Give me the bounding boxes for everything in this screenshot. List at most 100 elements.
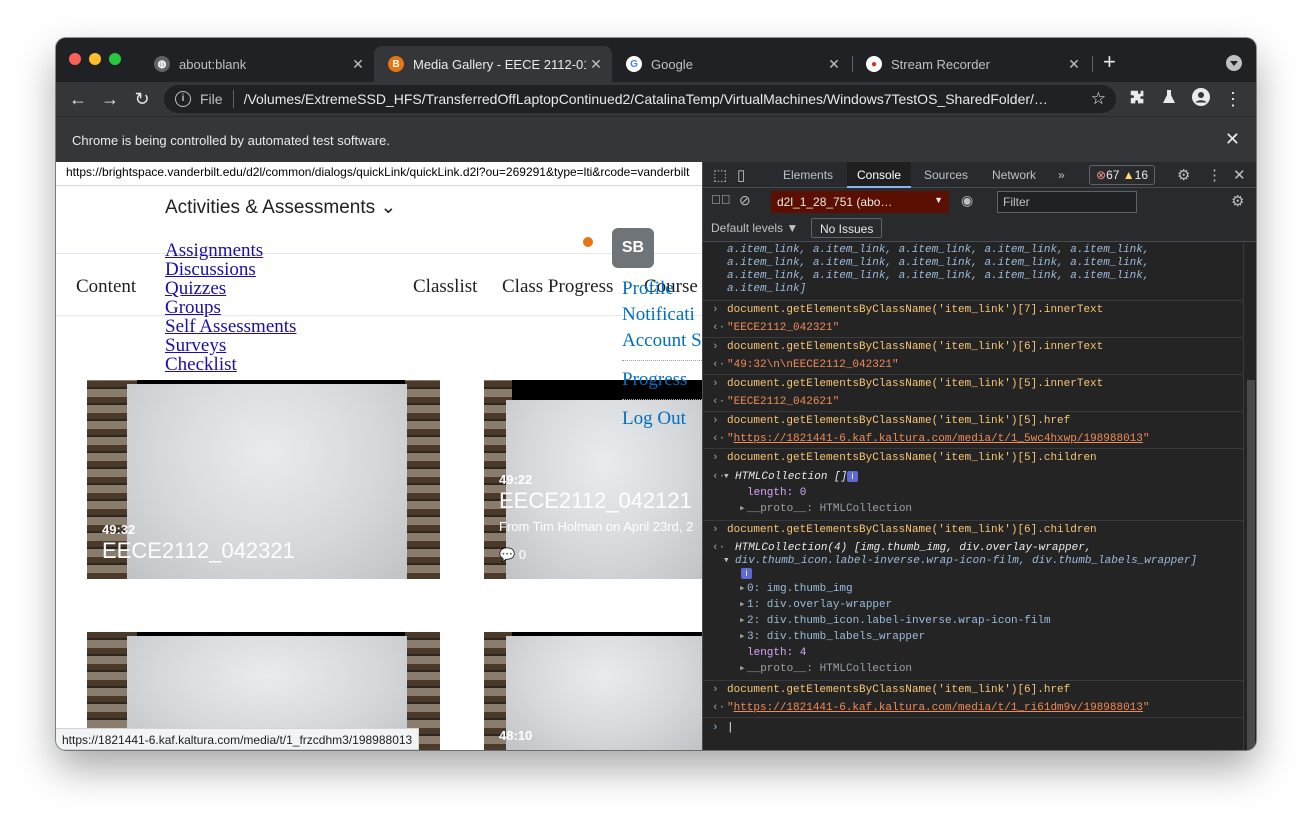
sidebar-toggle-icon[interactable]: ▸⃞ [711, 192, 731, 207]
console-url-link[interactable]: https://1821441-6.kaf.kaltura.com/media/… [734, 433, 1143, 445]
console-settings-gear-icon[interactable]: ⚙ [1231, 192, 1244, 210]
close-icon[interactable]: ✕ [1233, 166, 1246, 184]
console-prompt[interactable]: › | [703, 717, 1243, 739]
menu-self-assessments[interactable]: Self Assessments [165, 317, 296, 336]
console-text: HTMLCollection [] [735, 471, 848, 483]
address-bar[interactable]: i File /Volumes/ExtremeSSD_HFS/Transferr… [164, 85, 1116, 113]
output-chevron-icon: ‹· [712, 542, 726, 554]
console-input-line: › document.getElementsByClassName('item_l… [703, 300, 1243, 318]
console-output: a.item_link, a.item_link, a.item_link, a… [703, 242, 1243, 750]
menu-groups[interactable]: Groups [165, 298, 296, 317]
error-warning-counter[interactable]: ⊗67 ▲16 [1089, 165, 1156, 185]
expand-triangle-icon[interactable]: ▸ [739, 583, 746, 596]
reload-icon[interactable]: ↻ [131, 88, 153, 110]
tab-console[interactable]: Console [847, 162, 912, 188]
menu-account-settings[interactable]: Account S [622, 330, 702, 352]
forward-icon[interactable]: → [99, 88, 121, 110]
gear-icon[interactable]: ⚙ [1177, 166, 1190, 184]
console-text: __proto__: HTMLCollection [747, 503, 913, 515]
live-expression-eye-icon[interactable]: ◉ [961, 192, 973, 209]
menu-discussions[interactable]: Discussions [165, 260, 296, 279]
input-chevron-icon: › [712, 415, 719, 427]
console-text: 2: div.thumb_icon.label-inverse.wrap-ico… [747, 615, 1051, 627]
warning-icon: ▲ [1122, 168, 1135, 182]
output-chevron-icon: ‹· [712, 322, 726, 334]
tab-search-icon[interactable] [1226, 55, 1242, 71]
menu-assignments[interactable]: Assignments [165, 241, 296, 260]
nav-class-progress[interactable]: Class Progress [502, 276, 613, 298]
expand-triangle-icon[interactable]: ▾ [723, 555, 730, 568]
log-levels-dropdown[interactable]: Default levels ▼ [711, 221, 798, 235]
menu-progress[interactable]: Progress [622, 369, 702, 391]
media-card[interactable]: 49:32 EECE2112_042321 [87, 380, 440, 579]
tab-sources[interactable]: Sources [924, 168, 968, 182]
close-tab-icon[interactable]: ✕ [586, 56, 606, 73]
expand-triangle-icon[interactable]: ▸ [739, 663, 746, 676]
nav-classlist[interactable]: Classlist [413, 276, 477, 298]
console-text: 3: div.thumb_labels_wrapper [747, 631, 926, 643]
clear-console-icon[interactable]: ⊘ [739, 192, 751, 209]
console-scrollbar[interactable] [1243, 242, 1256, 750]
device-toggle-icon[interactable]: ▯ [737, 166, 745, 184]
card-title[interactable]: EECE2112_042121 [499, 488, 692, 514]
minimize-window-button[interactable] [89, 53, 101, 65]
more-tabs-icon[interactable]: » [1058, 168, 1065, 182]
card-title[interactable]: EECE2112_042321 [102, 538, 295, 564]
console-text: document.getElementsByClassName('item_li… [727, 378, 1104, 390]
output-chevron-icon: ‹· [712, 396, 726, 408]
close-tab-icon[interactable]: ✕ [348, 56, 368, 73]
console-link-wrapper: "https://1821441-6.kaf.kaltura.com/media… [727, 702, 1150, 714]
prompt-chevron-icon: › [712, 722, 719, 734]
maximize-window-button[interactable] [109, 53, 121, 65]
console-text: "49:32\n\nEECE2112_042321" [727, 359, 899, 371]
expand-triangle-icon[interactable]: ▸ [739, 503, 746, 516]
expand-triangle-icon[interactable]: ▾ [723, 471, 730, 484]
extensions-icon[interactable] [1126, 88, 1148, 110]
kebab-menu-icon[interactable]: ⋮ [1207, 166, 1222, 184]
info-icon[interactable]: i [175, 91, 191, 107]
card-subtitle: From Tim Holman on April 23rd, 2 [499, 519, 694, 534]
address-url[interactable]: /Volumes/ExtremeSSD_HFS/TransferredOffLa… [244, 91, 1091, 107]
menu-surveys[interactable]: Surveys [165, 336, 296, 355]
labs-flask-icon[interactable] [1158, 88, 1180, 110]
issues-button[interactable]: No Issues [811, 218, 883, 238]
expand-triangle-icon[interactable]: ▸ [739, 615, 746, 628]
tab-stream-recorder[interactable]: ● Stream Recorder ✕ [852, 46, 1090, 82]
tab-network[interactable]: Network [992, 168, 1036, 182]
input-chevron-icon: › [712, 684, 719, 696]
expand-triangle-icon[interactable]: ▸ [739, 599, 746, 612]
menu-kebab-icon[interactable]: ⋮ [1222, 88, 1244, 110]
context-selector[interactable]: d2l_1_28_751 (abo… [771, 191, 949, 213]
media-card[interactable]: 48:10 [484, 632, 702, 750]
menu-log-out[interactable]: Log Out [622, 408, 702, 430]
close-tab-icon[interactable]: ✕ [824, 56, 844, 73]
menu-profile[interactable]: Profile [622, 278, 702, 300]
back-icon[interactable]: ← [67, 88, 89, 110]
tab-about-blank[interactable]: ◍ about:blank ✕ [140, 46, 374, 82]
close-infobar-icon[interactable]: ✕ [1225, 129, 1240, 150]
automation-infobar: Chrome is being controlled by automated … [56, 116, 1256, 162]
profile-icon[interactable] [1190, 88, 1212, 111]
avatar[interactable]: SB [612, 228, 654, 268]
tab-media-gallery[interactable]: B Media Gallery - EECE 2112-01 ( ✕ [374, 46, 612, 82]
new-tab-button[interactable]: + [1103, 51, 1116, 73]
recorder-icon: ● [866, 56, 882, 72]
scrollbar-thumb[interactable] [1247, 380, 1255, 750]
tab-google[interactable]: G Google ✕ [612, 46, 850, 82]
output-chevron-icon: ‹· [712, 702, 726, 714]
expand-triangle-icon[interactable]: ▸ [739, 631, 746, 644]
menu-checklist[interactable]: Checklist [165, 355, 296, 374]
close-window-button[interactable] [69, 53, 81, 65]
tab-elements[interactable]: Elements [783, 168, 833, 182]
inspect-element-icon[interactable]: ⬚ [713, 166, 727, 184]
bookmark-star-icon[interactable]: ☆ [1091, 89, 1106, 109]
menu-notifications[interactable]: Notificati [622, 304, 702, 326]
console-link-wrapper: "https://1821441-6.kaf.kaltura.com/media… [727, 433, 1150, 445]
activities-dropdown[interactable]: Activities & Assessments ⌄ [165, 196, 396, 219]
console-url-link[interactable]: https://1821441-6.kaf.kaltura.com/media/… [734, 702, 1143, 714]
filter-input[interactable] [997, 191, 1137, 213]
close-tab-icon[interactable]: ✕ [1064, 56, 1084, 73]
menu-quizzes[interactable]: Quizzes [165, 279, 296, 298]
nav-content[interactable]: Content [76, 276, 136, 298]
chevron-down-icon: ⌄ [380, 197, 397, 218]
